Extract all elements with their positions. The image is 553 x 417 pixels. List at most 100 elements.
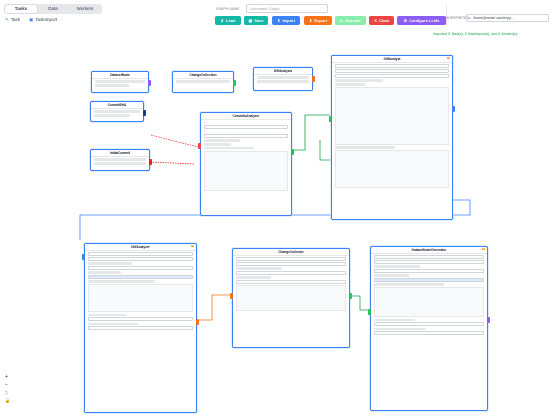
node-title: DiffAnalyzer <box>85 244 196 251</box>
node-changecollector[interactable]: ChangeCollector <box>230 248 352 348</box>
node-input-selected[interactable] <box>374 278 484 283</box>
node-field-row <box>374 265 421 268</box>
node-field-row <box>374 327 427 331</box>
fit-view-button[interactable]: ⛶ <box>5 390 8 396</box>
edge-commits-diffanalyst <box>292 114 330 151</box>
node-field-label: ▪ <box>204 121 205 124</box>
node-input[interactable] <box>88 266 193 271</box>
node-input[interactable] <box>88 257 193 261</box>
node-field-row <box>88 262 133 265</box>
node-input-selected[interactable] <box>88 275 193 280</box>
node-title: ChangeCollector <box>233 249 349 256</box>
node-prompt-editor[interactable] <box>88 284 193 313</box>
node-field-row <box>335 146 395 149</box>
edge-initialcommit <box>149 161 196 165</box>
node-diffanalyst[interactable]: DiffAnalyst ● <box>329 55 455 220</box>
node-field-row <box>257 80 309 83</box>
output-handle[interactable] <box>148 80 151 86</box>
node-title: InitialCommit <box>91 150 149 157</box>
node-field-label: ▪ <box>204 130 205 133</box>
node-code-editor[interactable] <box>204 150 288 191</box>
node-code-editor[interactable] <box>236 285 346 312</box>
node-field-row <box>204 143 231 146</box>
node-field-row <box>236 267 283 270</box>
node-field-row <box>88 271 122 274</box>
node-input[interactable] <box>374 260 484 264</box>
input-handle[interactable] <box>329 116 332 122</box>
node-title: DiffAnalyst <box>332 56 452 63</box>
lock-button[interactable]: 🔓 <box>5 398 10 404</box>
node-commitsanalyzer[interactable]: CommitsAnalyzer ▪ ▪ <box>198 112 294 216</box>
node-field-row <box>94 114 131 117</box>
node-field-row <box>88 313 127 317</box>
zoom-out-button[interactable]: − <box>5 382 8 388</box>
node-commitsha[interactable]: CommitSHA <box>90 101 146 122</box>
node-field-row <box>88 322 138 326</box>
node-field-row <box>94 110 140 113</box>
node-input[interactable] <box>236 280 346 285</box>
node-input[interactable] <box>335 69 449 73</box>
output-handle[interactable] <box>196 319 199 325</box>
node-field-row <box>374 283 444 286</box>
edge-commitsha <box>150 134 201 148</box>
node-datasetnode[interactable]: DatasetNode <box>91 71 151 93</box>
node-input[interactable] <box>236 262 346 266</box>
node-input[interactable] <box>236 271 346 276</box>
node-initialcommit[interactable]: InitialCommit <box>90 149 152 171</box>
status-badge: ● <box>446 57 450 59</box>
node-input[interactable] <box>204 134 288 138</box>
node-code-editor[interactable] <box>335 86 449 145</box>
node-field-row <box>94 162 146 165</box>
output-handle[interactable] <box>312 76 315 82</box>
node-field-row <box>374 274 409 277</box>
output-handle[interactable] <box>233 80 236 86</box>
node-input[interactable] <box>88 252 193 256</box>
node-changecollection[interactable]: ChangeCollection <box>172 71 236 93</box>
node-field-row <box>335 83 365 86</box>
node-field-row <box>95 80 145 83</box>
output-handle[interactable] <box>452 106 455 112</box>
status-badge: ● <box>481 248 485 250</box>
node-title: DiffAnalysis <box>254 68 312 75</box>
input-handle[interactable] <box>198 143 201 149</box>
node-input[interactable] <box>88 317 193 322</box>
output-handle[interactable] <box>149 159 152 165</box>
node-field-row <box>88 280 155 283</box>
node-field-row <box>94 158 146 161</box>
node-code-editor-2[interactable] <box>335 149 449 188</box>
output-handle[interactable] <box>349 293 352 299</box>
node-field-row <box>176 80 230 83</box>
node-input[interactable] <box>236 257 346 261</box>
node-diffanalyzer[interactable]: DiffAnalyzer ● <box>82 243 199 413</box>
node-field-row <box>204 146 254 150</box>
zoom-in-button[interactable]: + <box>5 374 8 380</box>
output-handle[interactable] <box>291 149 294 155</box>
node-prompt-editor[interactable] <box>374 287 484 318</box>
node-input[interactable] <box>374 255 484 259</box>
node-input[interactable] <box>204 125 288 129</box>
node-field-row <box>374 318 415 322</box>
output-handle[interactable] <box>143 110 146 116</box>
node-title: DatasetNodeGenerator <box>371 247 487 254</box>
node-field-row <box>236 276 271 279</box>
output-handle[interactable] <box>487 317 490 323</box>
input-handle[interactable] <box>82 254 85 260</box>
status-badge: ● <box>190 245 194 247</box>
node-datasetnodegenerator[interactable]: DatasetNodeGenerator ● <box>368 246 490 411</box>
input-handle[interactable] <box>368 309 371 315</box>
node-input[interactable] <box>374 331 484 336</box>
node-field-row <box>335 79 383 82</box>
node-title: CommitSHA <box>91 102 143 109</box>
node-input[interactable] <box>88 326 193 331</box>
node-title: DatasetNode <box>92 72 148 79</box>
node-field-row <box>95 84 129 87</box>
node-input[interactable] <box>335 74 449 78</box>
edge-analyzer-collector <box>197 294 232 321</box>
node-input[interactable] <box>374 322 484 327</box>
input-handle[interactable] <box>230 293 233 299</box>
node-diffanalysis[interactable]: DiffAnalysis <box>253 67 315 91</box>
node-input[interactable] <box>335 64 449 68</box>
edge-commits-diff2 <box>319 140 330 161</box>
node-title: ChangeCollection <box>173 72 233 79</box>
node-input[interactable] <box>374 269 484 274</box>
